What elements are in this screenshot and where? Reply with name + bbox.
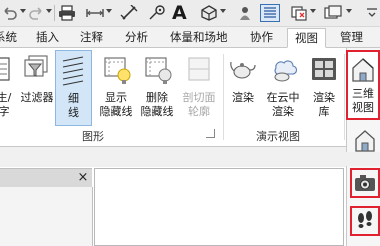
visibility-graphics-icon [0,54,13,87]
render-gallery-label: 渲染 库 [313,91,335,118]
default-3d-house-icon [355,130,375,152]
group-divider [223,54,224,140]
filter-label: 过滤器 [20,91,54,104]
quick-access-toolbar: A [0,0,380,27]
switch-windows-dropdown-icon[interactable] [310,9,316,13]
redo-dropdown-icon[interactable] [46,9,52,13]
switch-windows-icon[interactable] [324,4,342,22]
3d-box-icon[interactable] [200,4,218,22]
ribbon-tab-bar: 系统 插入 注释 分析 体量和场地 协作 视图 管理 [0,27,380,48]
remove-hidden-lines-label: 删除 隐藏线 [140,91,174,118]
walkthrough-footsteps-icon [358,211,372,228]
undo-icon[interactable] [2,4,18,22]
measure-icon[interactable] [86,4,104,22]
thin-lines-ribbon-icon [61,55,87,90]
tab-system[interactable]: 系统 [0,29,17,45]
filter-button[interactable]: 过滤器 [20,50,54,126]
remove-hidden-lines-button[interactable]: 删除 隐藏线 [137,50,177,126]
eye-icon[interactable] [238,4,252,22]
cut-profile-icon [184,54,214,89]
redo-icon[interactable] [28,4,44,22]
visibility-graphics-label: 生/ 字 [0,91,12,118]
3d-view-button[interactable]: 三维 视图 [346,50,380,120]
cut-profile-button[interactable]: 剖切面 轮廓 [178,50,220,126]
show-hidden-lines-label: 显示 隐藏线 [99,91,133,118]
camera-item[interactable] [350,168,380,198]
render-button[interactable]: 渲染 [226,50,260,126]
walkthrough-item[interactable] [350,206,380,236]
text-a-icon[interactable]: A [172,2,187,24]
3d-box-dropdown-icon[interactable] [220,9,226,13]
render-teapot-icon [229,54,257,87]
measure-dropdown-icon[interactable] [106,9,112,13]
view-canvas[interactable] [94,168,344,246]
tab-manage[interactable]: 管理 [340,29,363,45]
tab-analyze[interactable]: 分析 [125,29,148,45]
customize-icon[interactable] [366,4,378,22]
dimension-icon[interactable] [120,4,138,22]
group-label-presentation: 演示视图 [256,130,300,143]
close-icon[interactable]: × [76,171,90,185]
camera-icon [355,175,375,191]
thin-lines-label: 细 线 [68,92,79,119]
group-label-graphics: 图形 [82,130,104,143]
render-label: 渲染 [232,91,254,104]
3d-house-icon [350,56,376,87]
group-divider [344,54,345,140]
thin-lines-button[interactable]: 细 线 [55,50,92,126]
cloud-render-icon [268,54,298,87]
visibility-graphics-button[interactable]: 生/ 字 [0,50,16,126]
show-hidden-lines-icon [101,54,131,89]
tab-massing-site[interactable]: 体量和场地 [170,29,228,45]
group-dialog-launcher-icon[interactable] [206,129,215,138]
undo-dropdown-icon[interactable] [20,9,26,13]
show-hidden-lines-button[interactable]: 显示 隐藏线 [96,50,136,126]
render-gallery-icon [310,54,338,87]
tab-view[interactable]: 视图 [287,28,326,48]
print-icon[interactable] [58,4,76,22]
3d-view-label: 三维 视图 [352,87,374,114]
cloud-render-button[interactable]: 在云中 渲染 [262,50,304,126]
render-gallery-button[interactable]: 渲染 库 [306,50,342,126]
customize-dropdown-icon[interactable] [346,9,352,13]
tab-annotate[interactable]: 注释 [80,29,103,45]
toolbar-divider [54,5,55,21]
tab-insert[interactable]: 插入 [36,29,59,45]
ribbon-panel: 生/ 字 过滤器 细 线 显示 隐藏线 删除 隐藏线 剖切面 轮廓 图形 渲染 … [0,48,380,147]
tab-collaborate[interactable]: 协作 [250,29,273,45]
cloud-render-label: 在云中 渲染 [266,91,300,118]
properties-panel-body [0,187,93,246]
thin-lines-icon[interactable] [260,4,280,22]
remove-hidden-lines-icon [142,54,172,89]
close-hidden-windows-icon[interactable] [290,4,308,22]
cut-profile-label: 剖切面 轮廓 [182,91,216,118]
workspace-gutter [0,147,346,167]
filter-icon [23,54,51,87]
tag-icon[interactable] [148,4,166,22]
